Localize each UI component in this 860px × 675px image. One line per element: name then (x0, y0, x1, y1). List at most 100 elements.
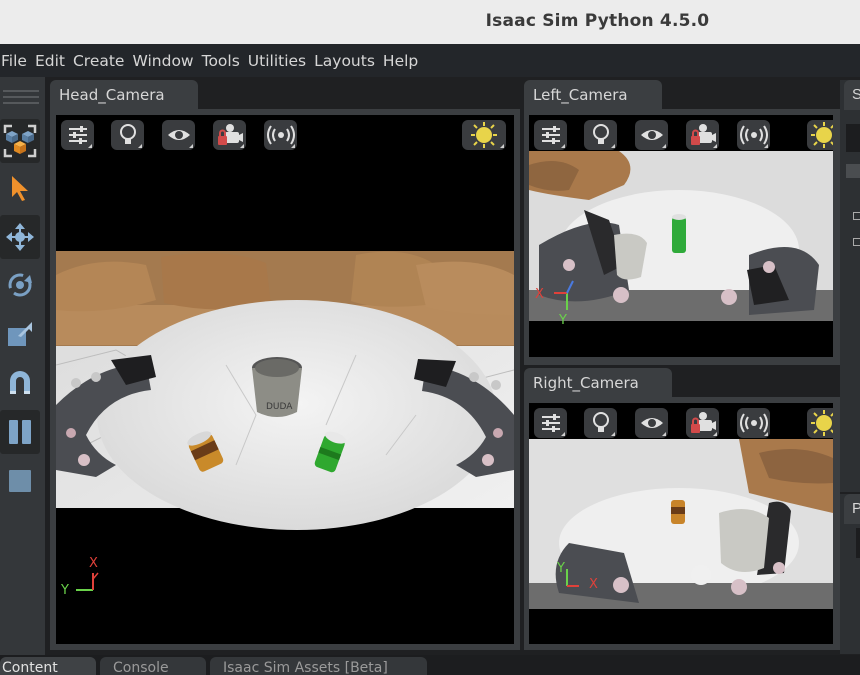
menu-utilities[interactable]: Utilities (244, 52, 310, 70)
rotate-icon (8, 273, 32, 297)
stage-search-field[interactable] (846, 124, 860, 152)
tab-head-camera[interactable]: Head_Camera (50, 80, 198, 110)
toolbar-grip-line (3, 102, 39, 104)
tab-content[interactable]: Content (0, 657, 96, 675)
select-mode-icon (3, 124, 37, 158)
menu-tools[interactable]: Tools (198, 52, 244, 70)
menu-edit[interactable]: Edit (31, 52, 69, 70)
window-titlebar: Isaac Sim Python 4.5.0 (0, 0, 860, 44)
pause-icon (9, 420, 31, 444)
property-field[interactable] (856, 528, 860, 558)
menu-file[interactable]: File (0, 52, 31, 70)
select-mode-button[interactable] (0, 119, 40, 163)
tab-label: S (852, 86, 860, 103)
tool-palette (0, 77, 45, 655)
snap-button[interactable] (0, 361, 40, 405)
tab-label: Head_Camera (59, 86, 165, 104)
viewport-lighting-button[interactable] (584, 120, 617, 150)
right-camera-scene (529, 439, 833, 644)
rotate-tool-button[interactable] (0, 263, 40, 307)
snap-magnet-icon (10, 371, 30, 394)
stop-icon (9, 470, 31, 492)
eye-icon (640, 418, 663, 428)
tab-label: Left_Camera (533, 86, 628, 104)
tab-right-camera[interactable]: Right_Camera (524, 368, 672, 398)
window-title: Isaac Sim Python 4.5.0 (485, 11, 710, 31)
axis-label-y: Y (557, 561, 565, 576)
tab-label: Isaac Sim Assets [Beta] (223, 660, 388, 675)
menu-window[interactable]: Window (128, 52, 197, 70)
tab-label: Console (113, 660, 169, 675)
viewport-display-button[interactable] (635, 120, 668, 150)
eye-icon (640, 130, 663, 140)
sun-icon (811, 122, 833, 148)
viewport-settings-button[interactable] (534, 120, 567, 150)
axis-label-x: X (535, 287, 544, 302)
camera-lock-icon (217, 124, 243, 145)
right-camera-viewport[interactable]: X Y (529, 403, 833, 644)
viewport-sun-button[interactable] (807, 408, 833, 438)
pointer-tool-button[interactable] (0, 166, 40, 210)
axis-label-y: Y (61, 583, 69, 598)
property-panel-edge: P (840, 494, 860, 654)
stop-button[interactable] (0, 459, 40, 503)
toolbar-grip-line (3, 96, 39, 98)
viewport-display-button[interactable] (635, 408, 668, 438)
broadcast-icon (266, 125, 295, 145)
broadcast-icon (739, 125, 768, 145)
stage-panel-edge: S (840, 80, 860, 492)
viewport-sun-button[interactable] (807, 120, 833, 150)
viewport-settings-button[interactable] (534, 408, 567, 438)
menu-help[interactable]: Help (379, 52, 422, 70)
viewport-broadcast-button[interactable] (264, 120, 297, 150)
lightbulb-icon (592, 124, 609, 144)
expand-icon[interactable] (853, 212, 860, 220)
pause-button[interactable] (0, 410, 40, 454)
camera-lock-icon (690, 412, 716, 433)
left-camera-scene (529, 151, 833, 357)
scale-icon (8, 322, 32, 346)
scale-tool-button[interactable] (0, 312, 40, 356)
lightbulb-icon (119, 124, 136, 144)
tab-console[interactable]: Console (100, 657, 206, 675)
viewport-camera-button[interactable] (213, 120, 246, 150)
axis-label-y: Y (559, 313, 567, 328)
axis-label-x: X (589, 577, 598, 592)
axis-label-x: X (89, 556, 98, 571)
settings-sliders-icon (541, 414, 560, 432)
viewport-broadcast-button[interactable] (737, 120, 770, 150)
tab-stage[interactable]: S (844, 80, 860, 110)
menu-create[interactable]: Create (69, 52, 129, 70)
stage-row (846, 164, 860, 178)
sun-icon (471, 122, 497, 148)
viewport-broadcast-button[interactable] (737, 408, 770, 438)
bottom-panel-tabs: Content Console Isaac Sim Assets [Beta] (0, 655, 860, 675)
viewport-display-button[interactable] (162, 120, 195, 150)
tab-isaac-sim-assets[interactable]: Isaac Sim Assets [Beta] (210, 657, 427, 675)
tab-label: Content (2, 660, 58, 675)
viewport-lighting-button[interactable] (584, 408, 617, 438)
viewport-camera-button[interactable] (686, 120, 719, 150)
settings-sliders-icon (541, 126, 560, 144)
viewport-camera-button[interactable] (686, 408, 719, 438)
head-camera-panel: DUDA X Y (50, 109, 520, 650)
tab-label: P (852, 500, 860, 517)
right-camera-panel: X Y (524, 397, 840, 650)
tab-property[interactable]: P (844, 494, 860, 524)
viewport-lighting-button[interactable] (111, 120, 144, 150)
expand-icon[interactable] (853, 238, 860, 246)
tab-left-camera[interactable]: Left_Camera (524, 80, 662, 110)
settings-sliders-icon (68, 126, 87, 144)
viewport-sun-button[interactable] (462, 120, 506, 150)
viewport-settings-button[interactable] (61, 120, 94, 150)
move-tool-button[interactable] (0, 215, 40, 259)
left-camera-viewport[interactable]: X Y (529, 115, 833, 357)
head-camera-viewport[interactable]: DUDA X Y (56, 115, 514, 644)
lightbulb-icon (592, 412, 609, 432)
move-icon (6, 223, 34, 251)
eye-icon (167, 130, 190, 140)
menu-layouts[interactable]: Layouts (310, 52, 379, 70)
camera-lock-icon (690, 124, 716, 145)
pointer-arrow-icon (12, 176, 28, 201)
toolbar-grip[interactable] (3, 90, 39, 92)
